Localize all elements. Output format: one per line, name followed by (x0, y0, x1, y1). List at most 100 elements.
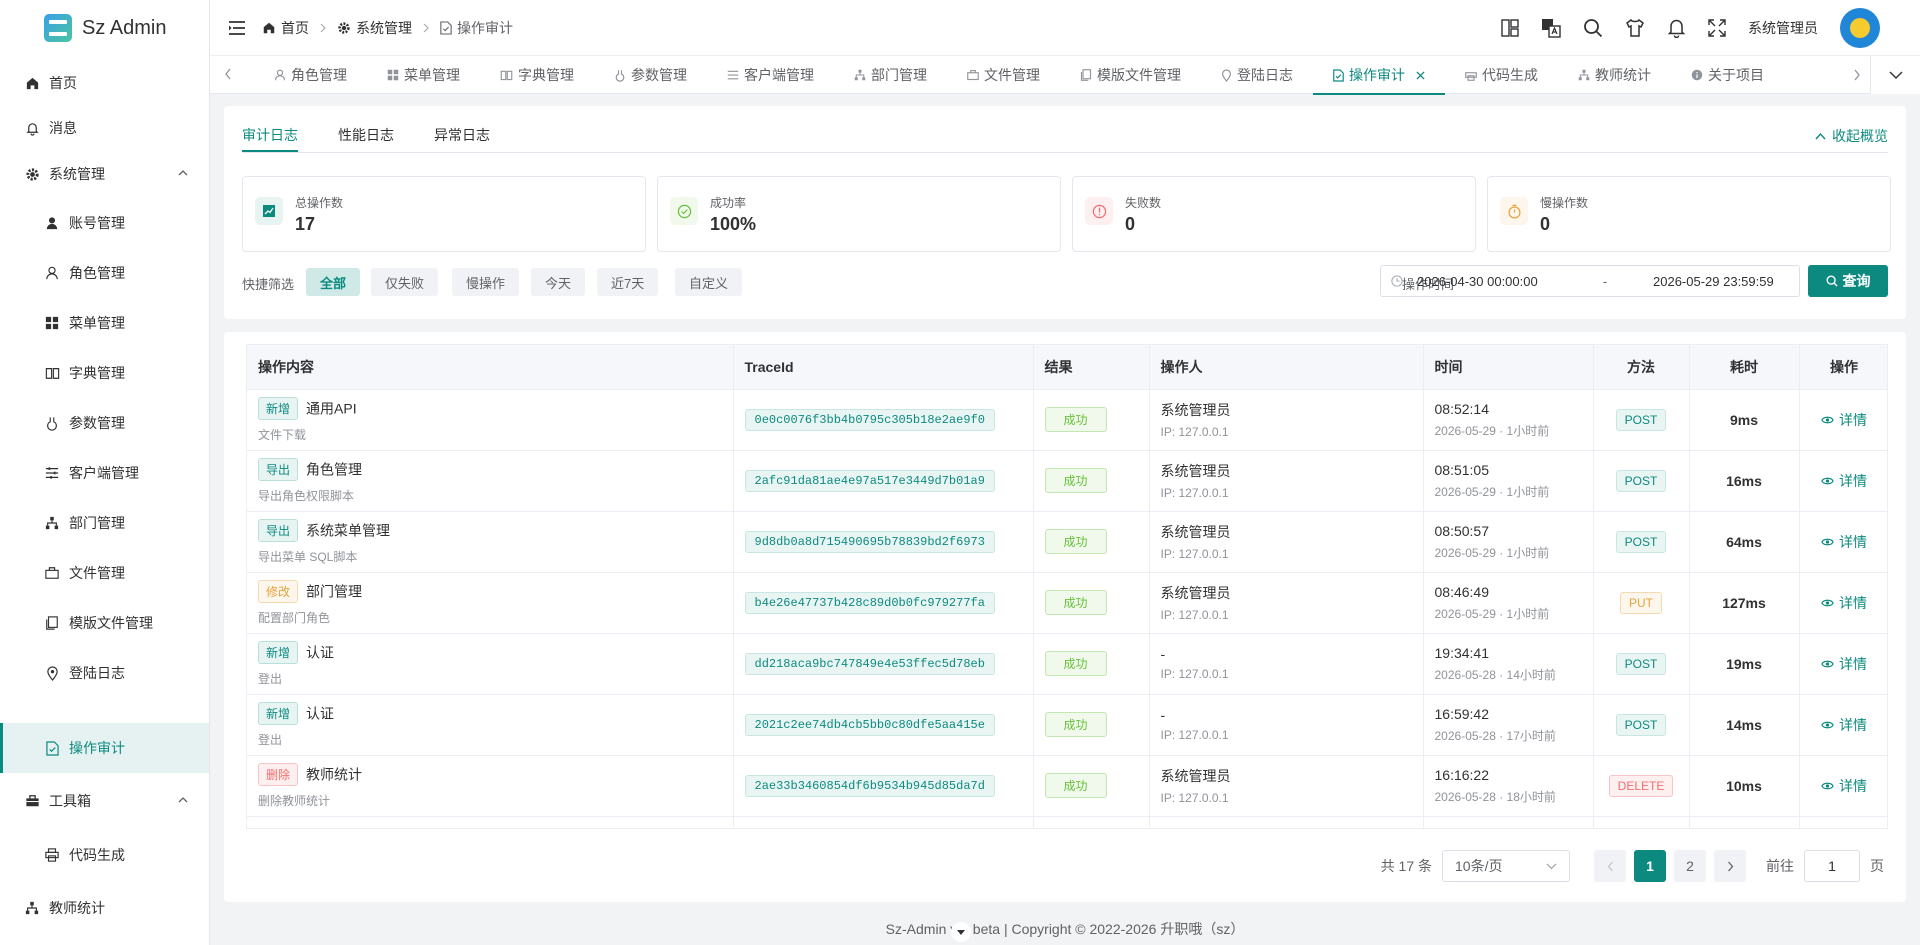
cell-operator: - IP: 127.0.0.1 (1149, 633, 1424, 695)
theme-shirt-icon[interactable] (1625, 18, 1645, 38)
trace-id[interactable]: 9d8db0a8d715490695b78839bd2f6973 (744, 530, 995, 553)
trace-id[interactable]: 0e0c0076f3bb4b0795c305b18e2ae9f0 (744, 408, 995, 431)
trace-id[interactable]: dd218aca9bc747849e4e53ffec5d78eb (744, 652, 995, 675)
detail-button[interactable]: 详情 (1821, 410, 1867, 430)
tab-teacher-stats[interactable]: 教师统计 (1558, 56, 1671, 94)
bell-icon[interactable] (1667, 18, 1686, 38)
end-date-input[interactable]: 2026-05-29 23:59:59 (1653, 274, 1774, 289)
filter-chip-slow[interactable]: 慢操作 (452, 268, 520, 296)
filter-chip-failed[interactable]: 仅失败 (371, 268, 439, 296)
sidebar-item-label: 消息 (49, 120, 77, 136)
warning-circle-icon (1085, 197, 1113, 225)
sidebar-item-clients[interactable]: 客户端管理 (0, 448, 209, 498)
search-icon[interactable] (1583, 18, 1603, 38)
query-button[interactable]: 查询 (1808, 265, 1888, 297)
sidebar-item-files[interactable]: 文件管理 (0, 548, 209, 598)
sidebar-item-params[interactable]: 参数管理 (0, 398, 209, 448)
tab-audit-log[interactable]: 审计日志 (242, 120, 318, 152)
tab-login-log[interactable]: 登陆日志 (1201, 56, 1313, 94)
page-size-select[interactable]: 10条/页 (1442, 850, 1570, 882)
cell-method: POST (1593, 389, 1690, 451)
avatar[interactable] (1840, 8, 1880, 48)
filter-chip-custom[interactable]: 自定义 (675, 268, 743, 296)
sidebar-item-dictionary[interactable]: 字典管理 (0, 348, 209, 398)
next-page-button[interactable] (1714, 850, 1746, 882)
tabs-more-button[interactable] (1870, 56, 1920, 94)
tab-about[interactable]: 关于项目 (1671, 56, 1784, 94)
tab-audit[interactable]: 操作审计 (1313, 56, 1445, 95)
trace-id[interactable]: b4e26e47737b428c89d0b0fc979277fa (744, 591, 995, 614)
fullscreen-icon[interactable] (1708, 19, 1726, 37)
translate-icon[interactable] (1541, 18, 1561, 38)
sidebar-item-home[interactable]: 首页 (0, 58, 209, 108)
detail-button[interactable]: 详情 (1821, 654, 1867, 674)
goto-page-input[interactable]: 1 (1804, 850, 1860, 882)
tab-menus[interactable]: 菜单管理 (367, 56, 480, 94)
trace-id[interactable]: 2afc91da81ae4e97a517e3449d7b01a9 (744, 469, 995, 492)
chevron-up-icon (1815, 132, 1826, 140)
date-range-picker[interactable]: 2026-04-30 00:00:00 - 2026-05-29 23:59:5… (1380, 265, 1800, 297)
op-time: 08:46:49 (1434, 583, 1490, 600)
page-button-1[interactable]: 1 (1634, 850, 1666, 882)
tab-roles[interactable]: 角色管理 (254, 56, 367, 94)
tab-files[interactable]: 文件管理 (947, 56, 1060, 94)
filter-chip-today[interactable]: 今天 (531, 268, 586, 296)
tab-codegen[interactable]: 代码生成 (1445, 56, 1558, 94)
trace-id[interactable]: 2021c2ee74db4cb5bb0c80dfe5aa415e (744, 713, 995, 736)
sidebar-item-toolbox[interactable]: 工具箱 (0, 776, 209, 826)
sidebar-item-audit[interactable]: 操作审计 (0, 723, 209, 773)
footer-toggle-button[interactable] (951, 922, 971, 942)
op-time: 08:51:05 (1434, 461, 1490, 478)
sidebar-item-accounts[interactable]: 账号管理 (0, 198, 209, 248)
detail-button[interactable]: 详情 (1821, 776, 1867, 796)
detail-label: 详情 (1839, 411, 1867, 428)
tab-departments[interactable]: 部门管理 (834, 56, 947, 94)
sidebar-item-label: 参数管理 (69, 415, 125, 431)
chevron-right-icon[interactable] (1844, 56, 1870, 93)
cell-duration (1689, 816, 1800, 828)
result-badge: 成功 (1044, 407, 1107, 432)
sidebar-item-login-log[interactable]: 登陆日志 (0, 648, 209, 698)
menu-toggle-icon[interactable] (228, 20, 246, 36)
page-button-2[interactable]: 2 (1674, 850, 1706, 882)
collapse-overview-button[interactable]: 收起概览 (1815, 126, 1888, 146)
start-date-input[interactable]: 2026-04-30 00:00:00 (1417, 274, 1577, 289)
logo[interactable]: Sz Admin (0, 0, 209, 56)
sidebar-item-system[interactable]: 系统管理 (0, 149, 209, 199)
stat-label: 总操作数 (295, 196, 344, 210)
sidebar-item-menus[interactable]: 菜单管理 (0, 298, 209, 348)
filter-chip-all[interactable]: 全部 (306, 268, 361, 296)
detail-button[interactable]: 详情 (1821, 715, 1867, 735)
sidebar-item-roles[interactable]: 角色管理 (0, 248, 209, 298)
tab-clients[interactable]: 客户端管理 (707, 56, 834, 94)
close-icon[interactable] (1416, 70, 1425, 80)
tab-dictionary[interactable]: 字典管理 (480, 56, 594, 94)
trace-id[interactable]: 2ae33b3460854df6b9534b945d85da7d (744, 774, 995, 797)
operator-ip: IP: 127.0.0.1 (1160, 667, 1229, 681)
filter-chip-7days[interactable]: 近7天 (597, 268, 659, 296)
user-name[interactable]: 系统管理员 (1748, 18, 1818, 38)
duration: 127ms (1722, 594, 1766, 611)
sidebar-item-teacher-stats[interactable]: 教师统计 (0, 883, 209, 933)
detail-button[interactable]: 详情 (1821, 532, 1867, 552)
detail-button[interactable]: 详情 (1821, 593, 1867, 613)
breadcrumb-system[interactable]: 系统管理 (337, 18, 412, 38)
layout-icon[interactable] (1501, 19, 1519, 37)
operation-desc: 导出角色权限脚本 (258, 488, 355, 503)
cell-time: 08:51:05 2026-05-29 · 1小时前 (1423, 450, 1594, 512)
sidebar-item-codegen[interactable]: 代码生成 (0, 830, 209, 880)
tab-templates[interactable]: 模版文件管理 (1060, 56, 1201, 94)
operation-type-tag: 删除 (258, 762, 299, 786)
tab-params[interactable]: 参数管理 (594, 56, 707, 94)
operator-ip: IP: 127.0.0.1 (1160, 425, 1229, 439)
sidebar-item-templates[interactable]: 模版文件管理 (0, 598, 209, 648)
sidebar-item-label: 系统管理 (49, 166, 105, 182)
detail-button[interactable]: 详情 (1821, 471, 1867, 491)
chevron-left-icon[interactable] (224, 68, 232, 80)
breadcrumb-home[interactable]: 首页 (262, 18, 309, 38)
tab-performance-log[interactable]: 性能日志 (338, 120, 414, 150)
sidebar-item-messages[interactable]: 消息 (0, 103, 209, 153)
sidebar-item-departments[interactable]: 部门管理 (0, 498, 209, 548)
prev-page-button[interactable] (1594, 850, 1626, 882)
tab-exception-log[interactable]: 异常日志 (434, 120, 510, 150)
